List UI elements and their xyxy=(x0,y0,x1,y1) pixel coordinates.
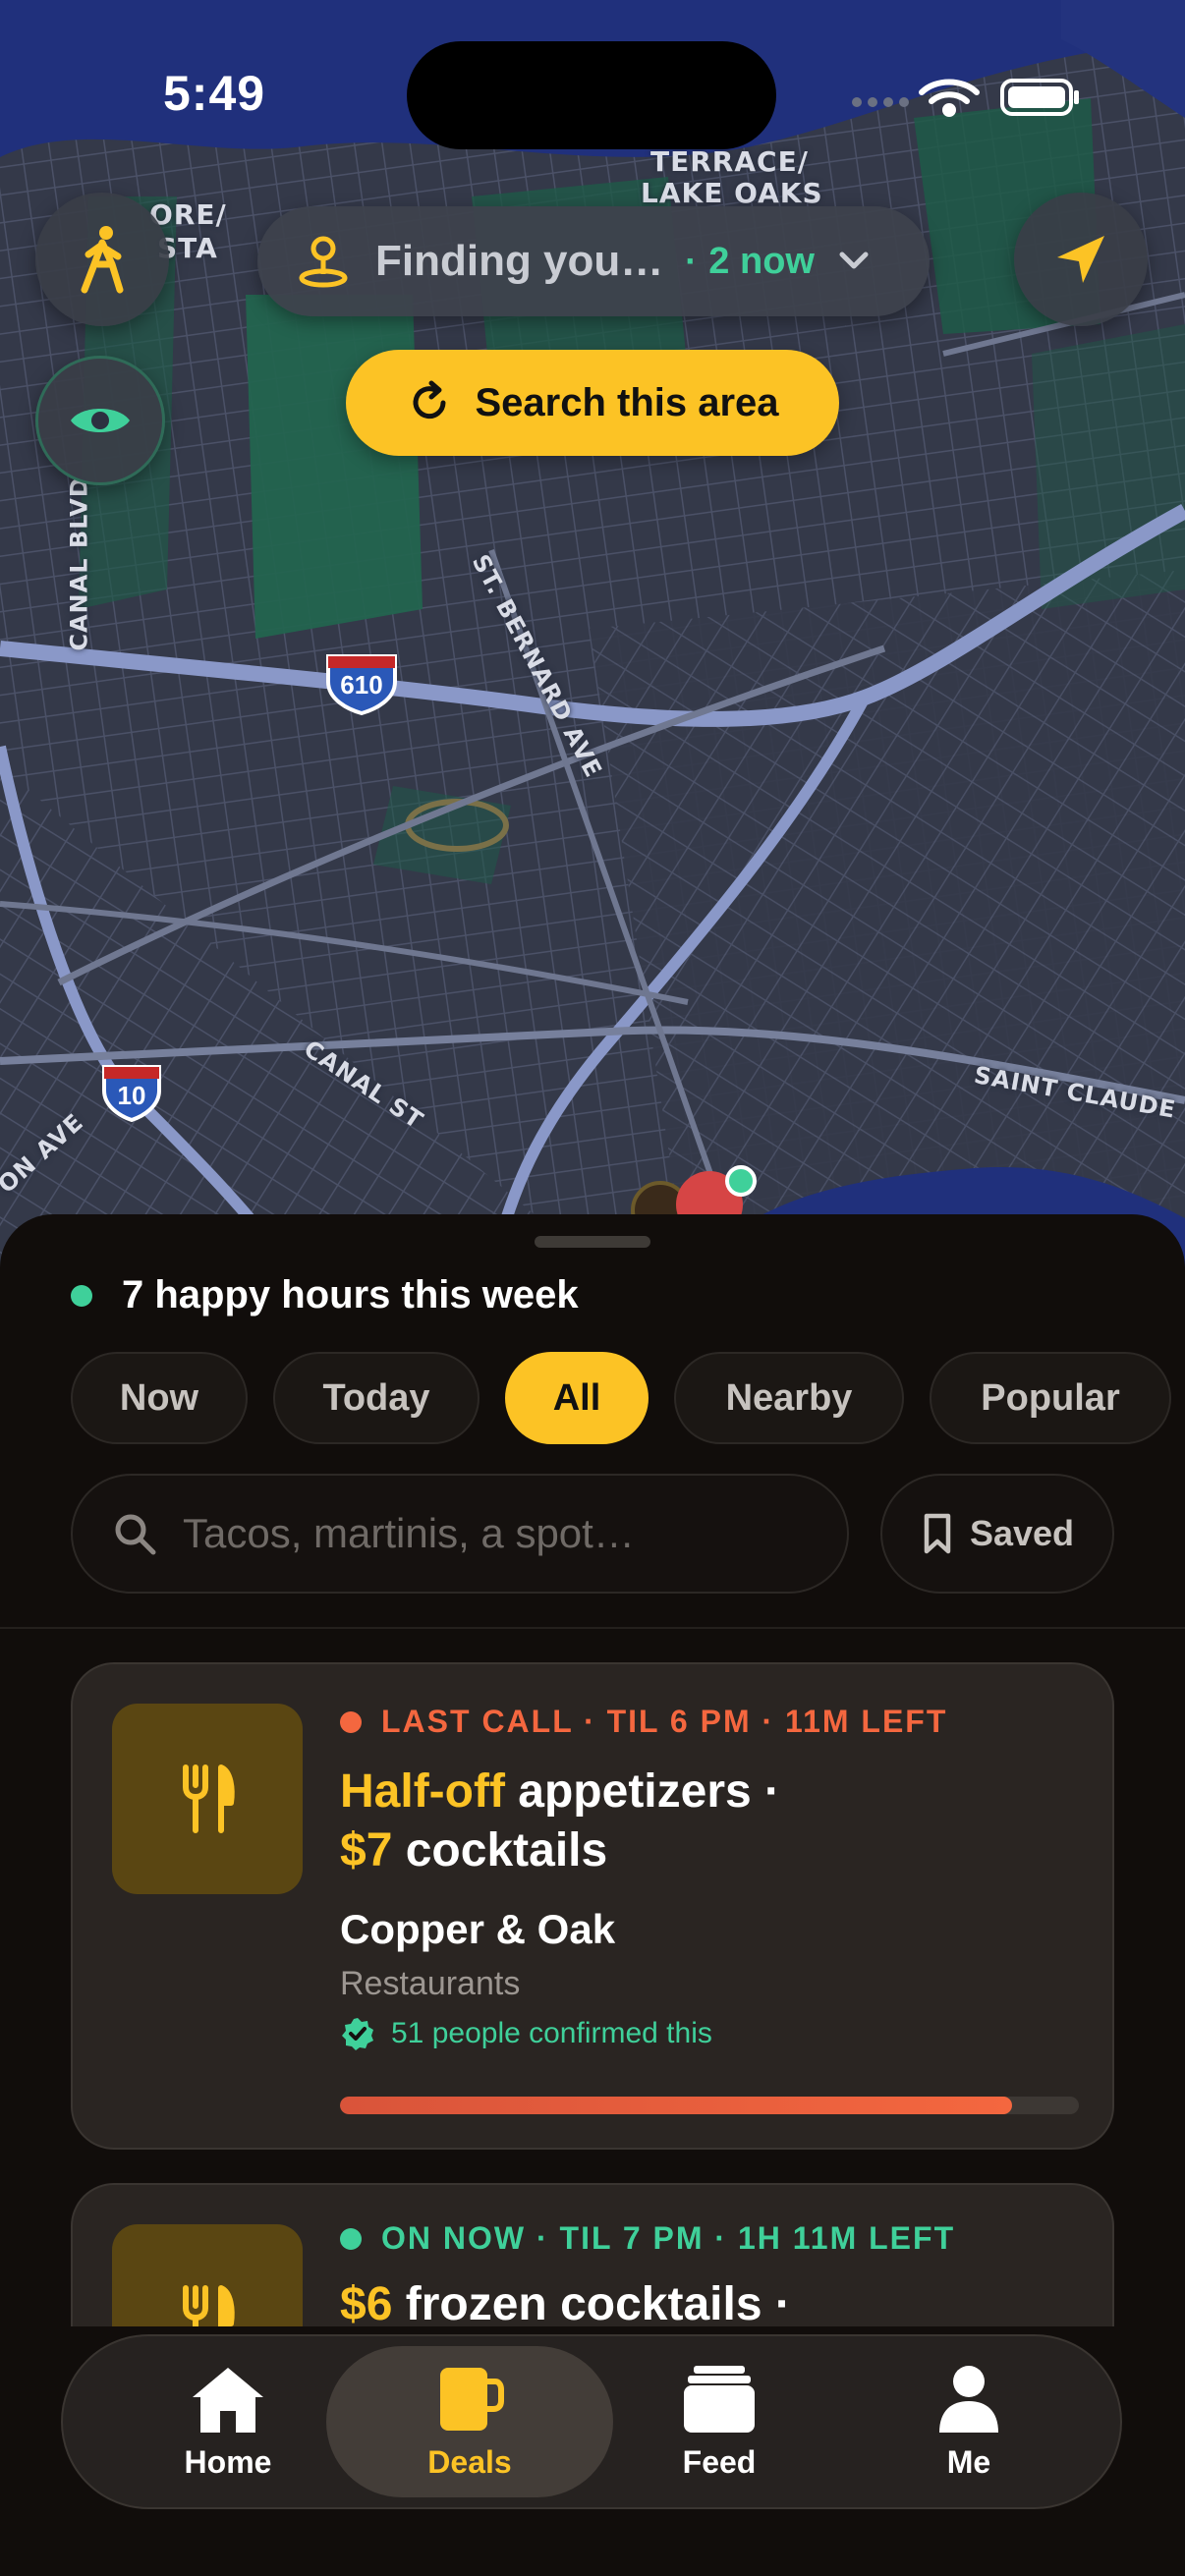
filter-chip-today[interactable]: Today xyxy=(273,1352,480,1444)
deal-status-text: LAST CALL · TIL 6 PM · 11M LEFT xyxy=(381,1704,948,1739)
summary-text: 7 happy hours this week xyxy=(122,1273,579,1316)
walking-person-icon xyxy=(81,226,124,294)
map-label: ORE/ xyxy=(149,198,227,231)
signal-icon xyxy=(852,97,909,107)
confirmation-row: 51 people confirmed this xyxy=(340,2016,712,2051)
tab-home[interactable]: Home xyxy=(94,2346,362,2497)
mug-icon xyxy=(440,2367,504,2431)
walk-mode-button[interactable] xyxy=(35,193,169,326)
status-time: 5:49 xyxy=(163,66,266,121)
deal-highlight: $7 xyxy=(340,1824,393,1876)
person-icon xyxy=(939,2365,998,2433)
tab-deals[interactable]: Deals xyxy=(326,2346,613,2497)
dynamic-island xyxy=(407,41,776,149)
deal-highlight: Half-off xyxy=(340,1765,505,1818)
filter-chip-popular[interactable]: Popular xyxy=(930,1352,1171,1444)
stack-icon xyxy=(684,2365,755,2433)
deal-search-field[interactable] xyxy=(71,1474,849,1594)
house-icon xyxy=(193,2367,263,2433)
venue-category: Restaurants xyxy=(340,1965,521,2002)
eye-icon xyxy=(71,409,130,432)
map-label: TERRACE/ xyxy=(650,145,809,178)
search-this-area-label: Search this area xyxy=(475,380,779,424)
fork-knife-icon xyxy=(183,1764,235,1833)
recenter-button[interactable] xyxy=(1014,193,1148,326)
location-pin-icon xyxy=(299,236,348,288)
deal-text: appetizers · xyxy=(504,1765,781,1818)
live-count: 2 now xyxy=(708,240,815,282)
wifi-icon xyxy=(919,79,980,117)
status-dot xyxy=(340,1710,362,1733)
saved-label: Saved xyxy=(969,1513,1075,1553)
tab-bar: Home Deals Feed Me xyxy=(61,2334,1122,2509)
map-view[interactable]: TERRACE/ LAKE OAKS ORE/ STA CANAL BLVD S… xyxy=(0,0,1185,1277)
filter-chip-all[interactable]: All xyxy=(505,1352,649,1444)
tab-me[interactable]: Me xyxy=(835,2346,1102,2497)
bookmark-icon xyxy=(924,1513,951,1554)
shield-number: 610 xyxy=(340,670,383,700)
interstate-610-shield: 610 xyxy=(324,652,399,716)
deal-text: cocktails xyxy=(392,1824,608,1876)
map-label: CANAL BLVD xyxy=(65,476,93,651)
verified-check-icon xyxy=(342,2018,373,2050)
search-this-area-button[interactable]: Search this area xyxy=(346,350,839,456)
time-remaining-fill xyxy=(340,2097,1013,2114)
divider xyxy=(0,1627,1185,1629)
location-label: Finding you… xyxy=(375,237,664,285)
deal-highlight: $6 xyxy=(340,2278,393,2330)
sheet-grabber[interactable] xyxy=(535,1236,650,1248)
refresh-icon xyxy=(414,380,446,420)
tab-feed[interactable]: Feed xyxy=(586,2346,853,2497)
deal-text: frozen cocktails · xyxy=(392,2278,791,2330)
battery-icon xyxy=(1000,79,1079,116)
deal-status: LAST CALL · TIL 6 PM · 11M LEFT xyxy=(340,1704,947,1740)
filter-chips: Now Today All Nearby Popular xyxy=(71,1352,1185,1444)
deal-status-text: ON NOW · TIL 7 PM · 1H 11M LEFT xyxy=(381,2220,956,2256)
confirmation-text: 51 people confirmed this xyxy=(391,2017,712,2049)
tab-label: Home xyxy=(184,2443,272,2480)
live-dot xyxy=(71,1284,92,1307)
deal-thumbnail xyxy=(112,1704,303,1894)
search-icon xyxy=(115,1514,156,1555)
map-label: LAKE OAKS xyxy=(641,177,823,209)
status-dot xyxy=(340,2227,362,2250)
deal-title: $6 frozen cocktails · xyxy=(340,2275,969,2334)
venue-name: Copper & Oak xyxy=(340,1906,616,1952)
filter-chip-now[interactable]: Now xyxy=(71,1352,248,1444)
visibility-toggle-button[interactable] xyxy=(35,356,165,485)
location-pill[interactable]: Finding you… · 2 now xyxy=(257,206,930,316)
filter-chip-nearby[interactable]: Nearby xyxy=(674,1352,904,1444)
shield-number: 10 xyxy=(117,1081,146,1110)
location-separator: · xyxy=(685,241,698,281)
deal-status: ON NOW · TIL 7 PM · 1H 11M LEFT xyxy=(340,2220,955,2257)
happy-hours-summary: 7 happy hours this week xyxy=(71,1273,579,1317)
tab-label: Deals xyxy=(427,2443,512,2480)
search-input[interactable] xyxy=(183,1510,812,1557)
chevron-down-icon xyxy=(839,252,869,269)
tab-label: Me xyxy=(946,2443,991,2480)
deal-title: Half-off appetizers · $7 cocktails xyxy=(340,1763,969,1880)
tab-label: Feed xyxy=(682,2443,757,2480)
time-remaining-bar xyxy=(340,2097,1079,2114)
deal-card[interactable]: LAST CALL · TIL 6 PM · 11M LEFT Half-off… xyxy=(71,1662,1114,2150)
status-icons xyxy=(845,71,1081,120)
interstate-10-shield: 10 xyxy=(100,1063,163,1123)
navigation-arrow-icon xyxy=(1057,236,1104,283)
saved-button[interactable]: Saved xyxy=(880,1474,1114,1594)
